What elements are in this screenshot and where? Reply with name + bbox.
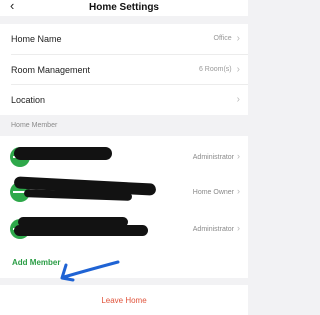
leave-home-card: Leave Home bbox=[0, 285, 248, 315]
annotation-arrow-icon bbox=[60, 260, 120, 282]
leave-home-button[interactable]: Leave Home bbox=[101, 296, 146, 305]
